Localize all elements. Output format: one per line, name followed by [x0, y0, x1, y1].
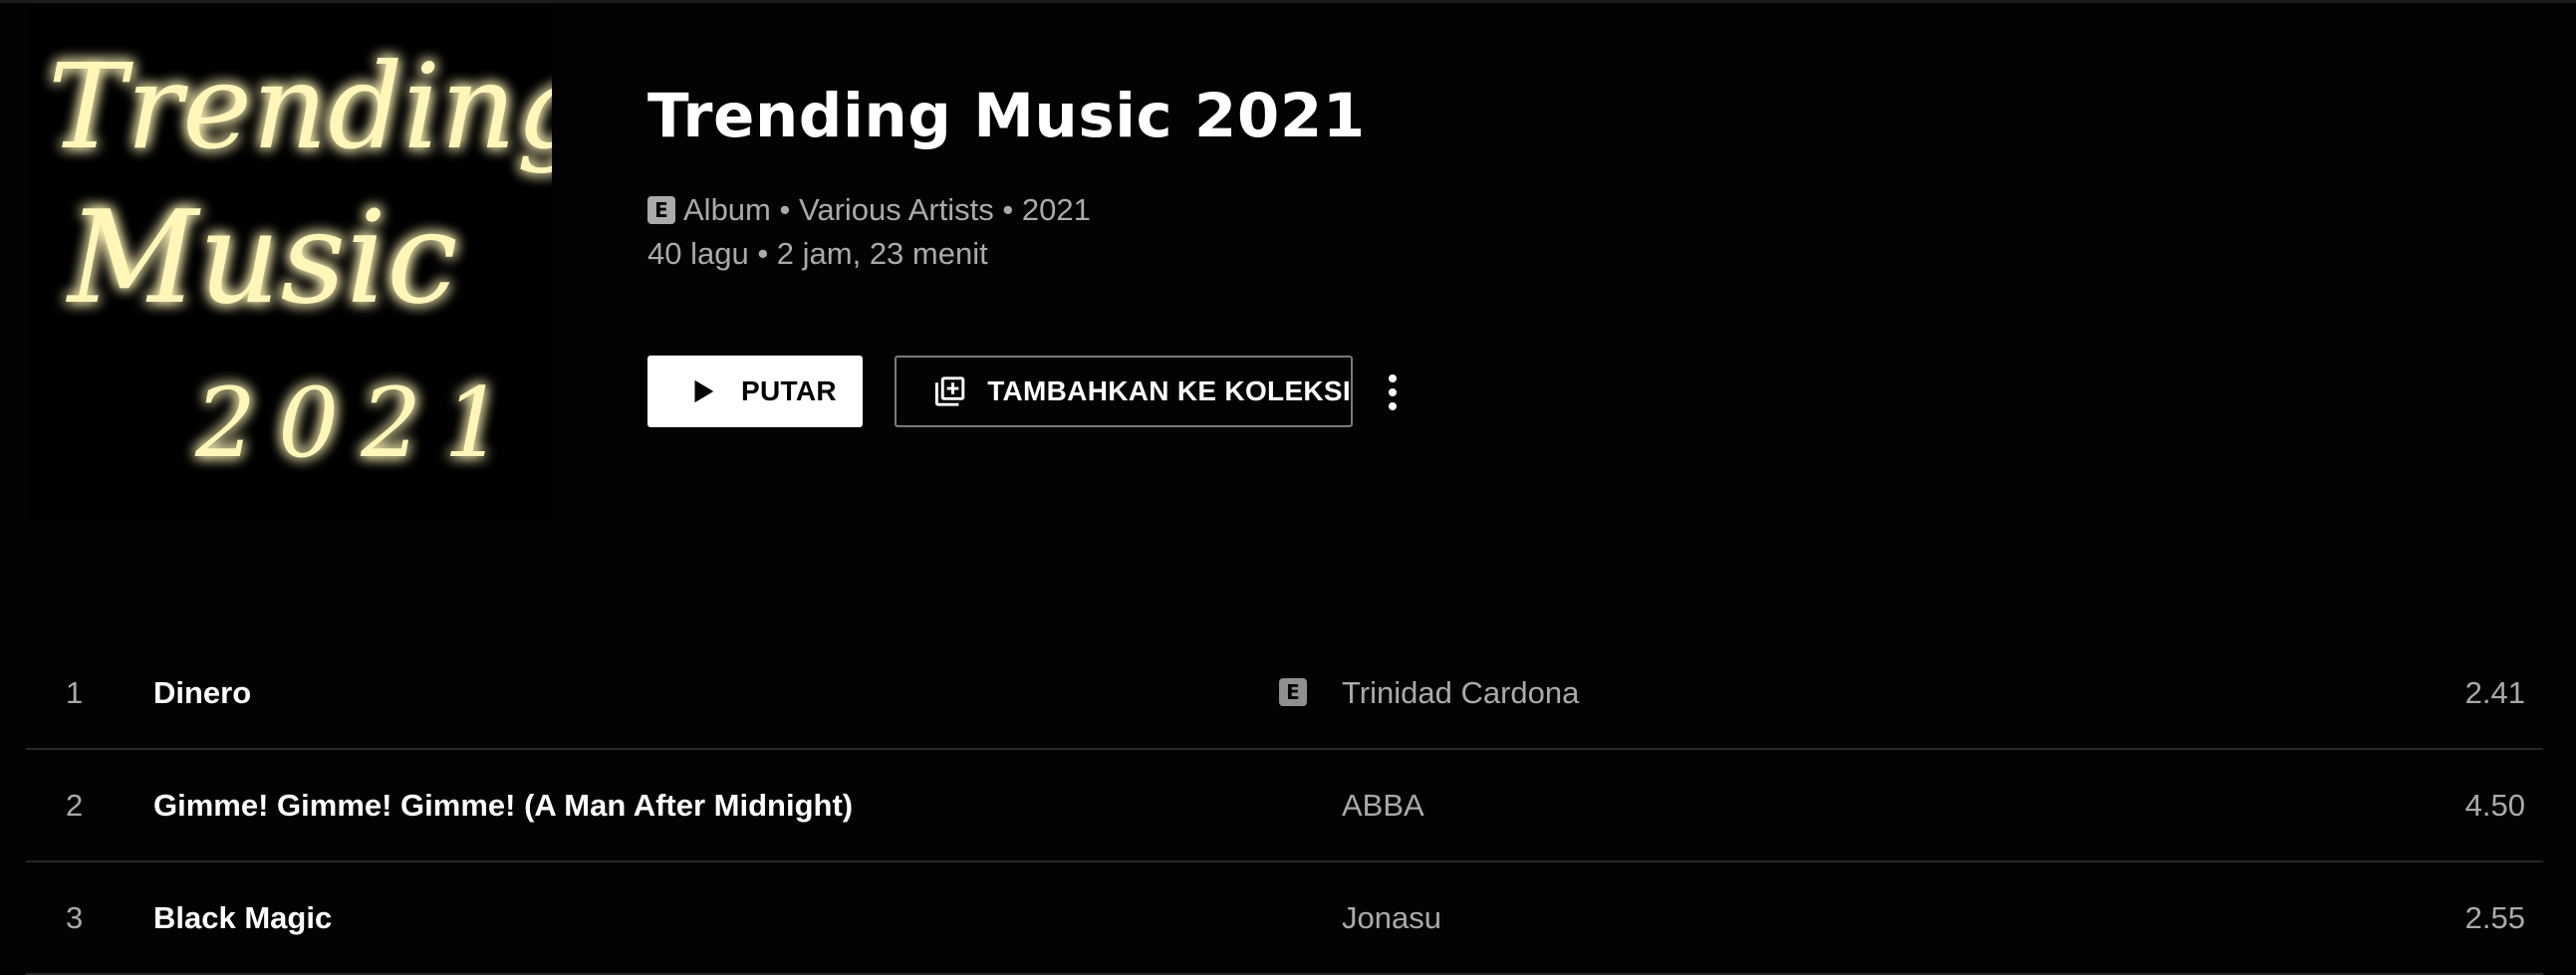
track-row-1[interactable]: 1 Dinero E Trinidad Cardona 2.41 — [26, 637, 2543, 750]
add-to-library-button[interactable]: TAMBAHKAN KE KOLEKSI — [895, 356, 1353, 427]
add-to-library-label: TAMBAHKAN KE KOLEKSI — [987, 375, 1351, 406]
track-duration: 4.50 — [2464, 788, 2525, 823]
more-options-button[interactable] — [1375, 368, 1411, 416]
cover-text-line-1: Trending — [48, 38, 552, 175]
cover-text-line-2: Music — [66, 184, 458, 333]
album-title: Trending Music 2021 — [647, 81, 1366, 151]
explicit-icon: E — [1279, 678, 1307, 706]
track-list: 1 Dinero E Trinidad Cardona 2.41 2 Gimme… — [26, 637, 2543, 975]
track-artist[interactable]: ABBA — [1342, 750, 1424, 860]
album-meta: E Album • Various Artists • 2021 — [647, 187, 1091, 233]
more-vert-icon — [1389, 374, 1397, 382]
explicit-icon: E — [647, 196, 675, 224]
play-button-label: PUTAR — [741, 375, 837, 406]
play-icon — [694, 379, 714, 403]
album-meta-text: Album • Various Artists • 2021 — [683, 192, 1091, 227]
track-row-3[interactable]: 3 Black Magic Jonasu 2.55 — [26, 862, 2543, 975]
track-title[interactable]: Gimme! Gimme! Gimme! (A Man After Midnig… — [153, 750, 853, 860]
track-number: 3 — [66, 900, 84, 935]
track-duration: 2.55 — [2464, 900, 2525, 935]
cover-text-line-3: 2021 — [194, 367, 526, 479]
play-button[interactable]: PUTAR — [647, 356, 863, 427]
track-row-2[interactable]: 2 Gimme! Gimme! Gimme! (A Man After Midn… — [26, 750, 2543, 862]
track-title[interactable]: Dinero — [153, 637, 251, 748]
track-duration: 2.41 — [2464, 675, 2525, 710]
track-number: 2 — [66, 788, 84, 823]
album-stats: 40 lagu • 2 jam, 23 menit — [647, 236, 988, 271]
track-artist[interactable]: Trinidad Cardona — [1342, 637, 1579, 748]
track-number: 1 — [66, 675, 84, 710]
library-add-icon — [934, 376, 965, 406]
track-artist[interactable]: Jonasu — [1342, 862, 1441, 973]
album-cover: Trending Music 2021 — [26, 3, 552, 521]
track-title[interactable]: Black Magic — [153, 862, 332, 973]
